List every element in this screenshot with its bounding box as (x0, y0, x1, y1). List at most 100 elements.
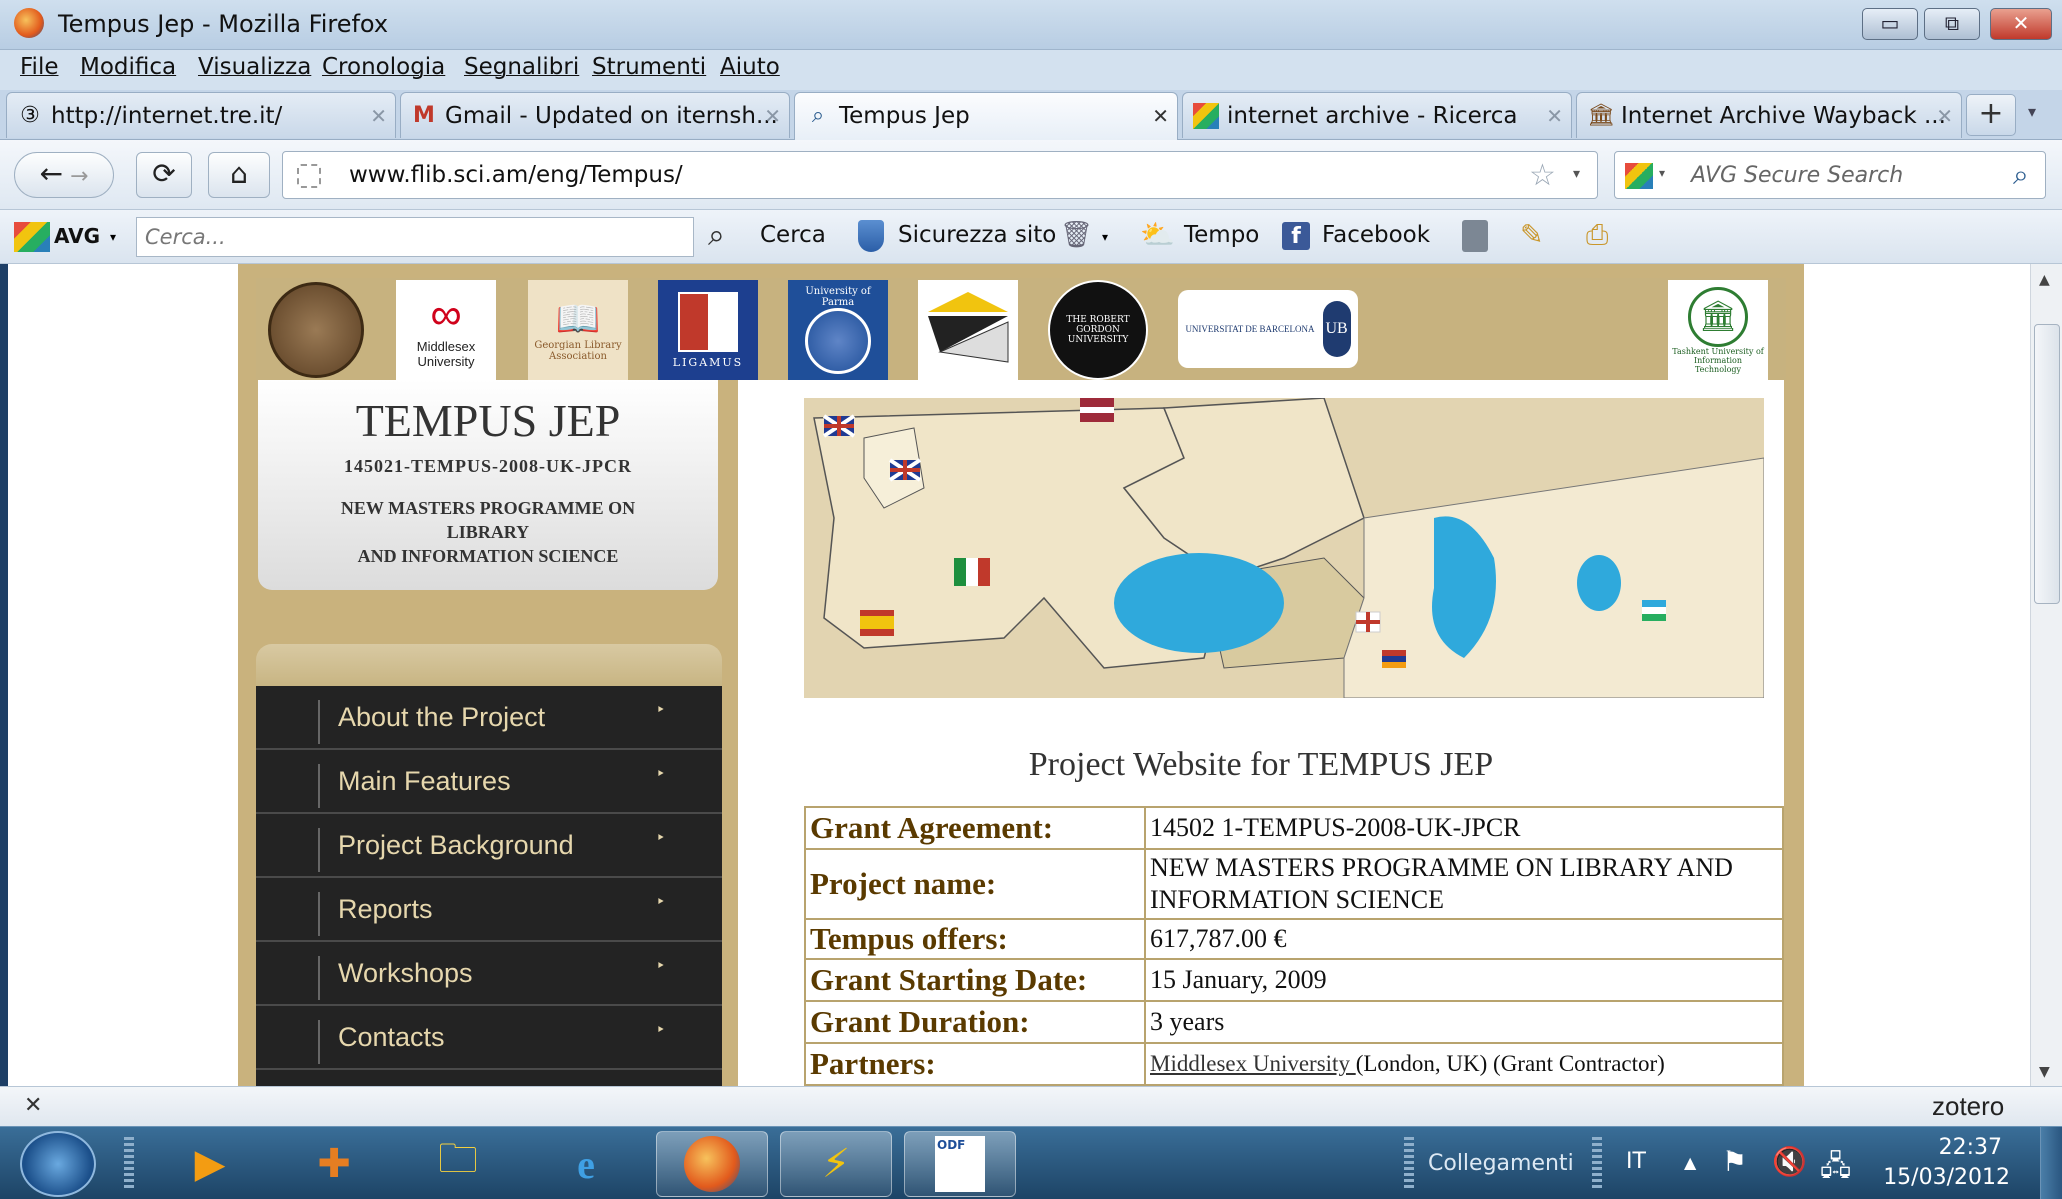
menu-file[interactable]: File (20, 54, 59, 80)
menu-cronologia[interactable]: Cronologia (322, 54, 445, 80)
calculator-icon[interactable] (1462, 220, 1488, 252)
notepad-icon[interactable]: ✎ (1520, 218, 1543, 251)
tab-list-chevron-icon[interactable]: ▾ (2028, 102, 2036, 121)
vertical-scrollbar[interactable]: ▲ ▼ (2030, 264, 2062, 1086)
sidebar-item-reports[interactable]: Reports ‣ (256, 878, 722, 942)
tab-close-icon[interactable]: ✕ (1936, 104, 1953, 128)
restore-button[interactable]: ⧉ (1924, 8, 1980, 40)
explorer-taskbar-button[interactable]: 🗀 (402, 1131, 514, 1197)
links-toolbar-label[interactable]: Collegamenti (1428, 1151, 1574, 1176)
clock-time[interactable]: 22:37 (1912, 1135, 2002, 1160)
magnifier-icon[interactable]: ⌕ (708, 218, 725, 253)
tashkent-logo[interactable]: 🏛 Tashkent University of Information Tec… (1668, 280, 1768, 380)
media-player-taskbar-button[interactable]: ▶ (154, 1131, 266, 1197)
site-safety-button[interactable]: Sicurezza sito (898, 222, 1056, 248)
sidebar-item-label[interactable]: Project Background (338, 830, 574, 861)
menu-segnalibri[interactable]: Segnalibri (464, 54, 579, 80)
menu-visualizza[interactable]: Visualizza (198, 54, 311, 80)
app-taskbar-button-6[interactable]: ⚡ (780, 1131, 892, 1197)
reload-button[interactable]: ⟳ (136, 152, 192, 198)
search-placeholder[interactable]: AVG Secure Search (1691, 163, 1903, 188)
home-button[interactable]: ⌂ (208, 152, 270, 198)
tray-expand-icon[interactable]: ▲ (1684, 1153, 1696, 1172)
scrollbar-thumb[interactable] (2034, 324, 2060, 604)
scroll-up-arrow-icon[interactable]: ▲ (2039, 272, 2050, 288)
avg-search-engine-icon[interactable] (1625, 163, 1653, 189)
avg-logo-icon[interactable] (14, 222, 50, 252)
tab-close-icon[interactable]: ✕ (370, 104, 387, 128)
trash-icon[interactable]: 🗑 (1060, 220, 1093, 250)
firefox-taskbar-button[interactable] (656, 1131, 768, 1197)
menu-aiuto[interactable]: Aiuto (720, 54, 780, 80)
scroll-down-arrow-icon[interactable]: ▼ (2039, 1064, 2050, 1080)
bookmark-star-icon[interactable]: ☆ (1529, 158, 1556, 193)
url-text[interactable]: www.flib.sci.am/eng/Tempus/ (349, 162, 683, 188)
sidebar-item-label[interactable]: Contacts (338, 1022, 445, 1053)
new-tab-button[interactable]: + (1966, 94, 2016, 136)
avg-brand[interactable]: AVG (54, 224, 100, 248)
tab-close-icon[interactable]: ✕ (764, 104, 781, 128)
trash-chevron-icon[interactable]: ▾ (1102, 230, 1108, 244)
show-desktop-button[interactable] (2040, 1127, 2062, 1199)
sidebar-item-about[interactable]: About the Project ‣ (256, 686, 722, 750)
partner-countries-map (804, 398, 1764, 698)
tab-internet-tre[interactable]: ③ http://internet.tre.it/ ✕ (6, 92, 396, 138)
tab-internet-archive-ricerca[interactable]: internet archive - Ricerca ✕ (1182, 92, 1572, 138)
menu-modifica[interactable]: Modifica (80, 54, 176, 80)
georgian-library-logo[interactable]: 📖 Georgian Library Association (528, 280, 628, 380)
network-icon[interactable]: 🖧 (1820, 1145, 1851, 1193)
tab-gmail[interactable]: M Gmail - Updated on iternsh... ✕ (400, 92, 790, 138)
partner-logo-6[interactable] (918, 280, 1018, 380)
zotero-button[interactable]: zotero (1932, 1091, 2004, 1122)
start-button[interactable] (20, 1131, 96, 1197)
sidebar-item-label[interactable]: About the Project (338, 702, 545, 733)
url-bar[interactable]: www.flib.sci.am/eng/Tempus/ ☆ ▾ (282, 151, 1598, 199)
parma-logo[interactable]: University of Parma (788, 280, 888, 380)
sidebar-item-main-features[interactable]: Main Features ‣ (256, 750, 722, 814)
ligamus-logo[interactable]: LIGAMUS (658, 280, 758, 380)
weather-button[interactable]: Tempo (1184, 222, 1259, 248)
sidebar-item-label[interactable]: Workshops (338, 958, 473, 989)
sidebar-item-label[interactable]: Main Features (338, 766, 511, 797)
sidebar-item-project-background[interactable]: Project Background ‣ (256, 814, 722, 878)
search-go-icon[interactable]: ⌕ (2013, 158, 2029, 192)
sidebar-menu-header (256, 644, 722, 686)
table-value: Middlesex University (London, UK) (Grant… (1144, 1042, 1784, 1086)
close-window-button[interactable]: ✕ (1990, 8, 2052, 40)
middlesex-logo[interactable]: ∞ Middlesex University (396, 280, 496, 380)
sidebar-item-label[interactable]: Reports (338, 894, 433, 925)
avg-search-input[interactable]: Cerca... (136, 217, 694, 257)
sidebar-item-contacts[interactable]: Contacts ‣ (256, 1006, 722, 1070)
tab-close-icon[interactable]: ✕ (1152, 104, 1169, 128)
facebook-button[interactable]: Facebook (1322, 222, 1430, 248)
clock-date[interactable]: 15/03/2012 (1880, 1165, 2010, 1190)
avg-menu-chevron-icon[interactable]: ▾ (110, 230, 116, 244)
sidebar-item-workshops[interactable]: Workshops ‣ (256, 942, 722, 1006)
avg-search-placeholder[interactable]: Cerca... (145, 225, 226, 249)
volume-muted-icon[interactable]: 🔇 (1772, 1145, 1807, 1178)
snapshot-icon[interactable]: ⎙ (1586, 218, 1608, 252)
search-box[interactable]: ▾ AVG Secure Search ⌕ (1614, 151, 2046, 199)
close-addon-bar-icon[interactable]: ✕ (24, 1093, 42, 1118)
language-indicator[interactable]: IT (1626, 1149, 1646, 1174)
tab-tempus-jep[interactable]: ⌕ Tempus Jep ✕ (794, 92, 1178, 140)
cerca-button[interactable]: Cerca (760, 222, 826, 248)
app-taskbar-button-2[interactable]: ✚ (278, 1131, 390, 1197)
back-button[interactable]: ← → (14, 152, 114, 198)
menu-strumenti[interactable]: Strumenti (592, 54, 706, 80)
barcelona-logo[interactable]: UNIVERSITAT DE BARCELONA UB (1178, 290, 1358, 368)
url-dropdown-icon[interactable]: ▾ (1573, 166, 1580, 182)
engine-chevron-icon[interactable]: ▾ (1659, 166, 1665, 180)
middlesex-icon: ∞ (430, 290, 462, 339)
odf-taskbar-button[interactable]: ODF (904, 1131, 1016, 1197)
tab-close-icon[interactable]: ✕ (1546, 104, 1563, 128)
robert-gordon-logo[interactable]: THE ROBERT GORDON UNIVERSITY (1048, 280, 1148, 380)
tab-wayback[interactable]: 🏛 Internet Archive Wayback ... ✕ (1576, 92, 1962, 138)
internet-explorer-taskbar-button[interactable]: e (530, 1131, 642, 1197)
fsl-logo[interactable] (266, 280, 366, 380)
action-center-flag-icon[interactable]: ⚑ (1722, 1145, 1747, 1178)
partner-link[interactable]: Middlesex University (1150, 1051, 1356, 1076)
site-identity-icon[interactable] (297, 164, 321, 188)
firefox-icon (684, 1136, 740, 1192)
minimize-button[interactable]: ▭ (1862, 8, 1918, 40)
